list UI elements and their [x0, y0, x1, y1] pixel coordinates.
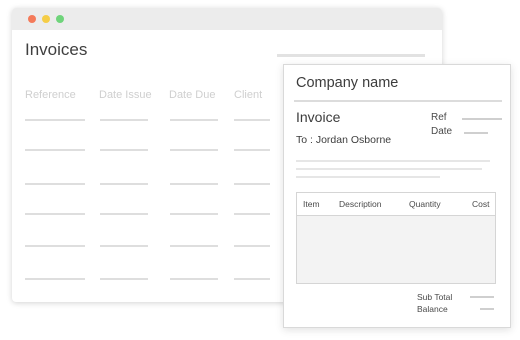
row-cell-placeholder	[100, 119, 148, 121]
row-cell-placeholder	[25, 119, 85, 121]
subtotal-value-line	[470, 296, 494, 298]
text-line	[296, 160, 490, 162]
row-cell-placeholder	[234, 245, 270, 247]
minimize-dot-icon[interactable]	[42, 15, 50, 23]
row-cell-placeholder	[234, 119, 270, 121]
invoice-title: Invoice	[296, 109, 341, 125]
column-header-client[interactable]: Client	[234, 89, 262, 101]
row-cell-placeholder	[170, 213, 218, 215]
row-cell-placeholder	[25, 213, 85, 215]
row-cell-placeholder	[170, 149, 218, 151]
invoice-document: Company name Invoice To : Jordan Osborne…	[283, 64, 511, 328]
header-divider	[294, 100, 502, 102]
column-header-reference[interactable]: Reference	[25, 89, 76, 101]
company-name: Company name	[296, 75, 399, 91]
row-cell-placeholder	[234, 149, 270, 151]
col-cost: Cost	[472, 199, 490, 209]
balance-label: Balance	[417, 304, 448, 314]
page-title: Invoices	[25, 40, 88, 59]
date-label: Date	[431, 126, 453, 137]
recipient-label: To : Jordan Osborne	[296, 134, 392, 146]
date-value-line	[464, 132, 488, 134]
row-cell-placeholder	[170, 278, 218, 280]
row-cell-placeholder	[170, 119, 218, 121]
row-cell-placeholder	[100, 149, 148, 151]
row-cell-placeholder	[25, 245, 85, 247]
row-cell-placeholder	[100, 245, 148, 247]
row-cell-placeholder	[25, 183, 85, 185]
balance-value-line	[480, 308, 494, 310]
row-cell-placeholder	[25, 278, 85, 280]
subtotal-label: Sub Total	[417, 292, 453, 302]
row-cell-placeholder	[100, 278, 148, 280]
items-table: Item Description Quantity Cost	[296, 192, 496, 284]
text-line	[296, 168, 482, 170]
maximize-dot-icon[interactable]	[56, 15, 64, 23]
window-titlebar	[12, 8, 442, 30]
row-cell-placeholder	[234, 278, 270, 280]
row-cell-placeholder	[170, 183, 218, 185]
row-cell-placeholder	[170, 245, 218, 247]
title-placeholder-line	[277, 54, 425, 57]
column-header-date-issue[interactable]: Date Issue	[99, 89, 152, 101]
row-cell-placeholder	[100, 183, 148, 185]
close-dot-icon[interactable]	[28, 15, 36, 23]
col-description: Description	[339, 199, 382, 209]
row-cell-placeholder	[100, 213, 148, 215]
column-header-date-due[interactable]: Date Due	[169, 89, 215, 101]
items-table-header: Item Description Quantity Cost	[297, 193, 495, 216]
col-item: Item	[303, 199, 320, 209]
col-quantity: Quantity	[409, 199, 441, 209]
row-cell-placeholder	[234, 213, 270, 215]
row-cell-placeholder	[25, 149, 85, 151]
row-cell-placeholder	[234, 183, 270, 185]
ref-label: Ref	[431, 112, 447, 123]
text-line	[296, 176, 440, 178]
ref-value-line	[462, 118, 502, 120]
